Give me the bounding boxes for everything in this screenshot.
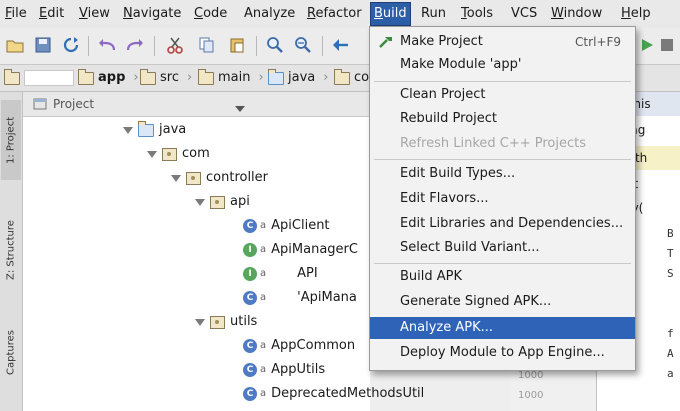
- menu-refactor[interactable]: Refactor: [304, 3, 365, 25]
- tree-row-appcommon[interactable]: Ca AppCommon: [243, 335, 355, 357]
- tab-project[interactable]: 1: Project: [1, 100, 21, 180]
- replace-icon[interactable]: [292, 34, 314, 56]
- breadcrumb-src[interactable]: src ›: [140, 68, 192, 88]
- class-icon: C: [243, 339, 257, 353]
- redo-icon[interactable]: [124, 34, 146, 56]
- menu-item-generate-signed-apk[interactable]: Generate Signed APK...: [370, 291, 635, 313]
- menu-item-deploy-app-engine[interactable]: Deploy Module to App Engine...: [370, 342, 635, 364]
- menu-build[interactable]: Build: [370, 2, 411, 26]
- breadcrumb-main[interactable]: main ›: [198, 68, 264, 88]
- menu-item-clean-project[interactable]: Clean Project: [370, 84, 635, 106]
- build-menu: Make Project Ctrl+F9 Make Module 'app' C…: [369, 26, 636, 371]
- package-icon: [210, 195, 225, 209]
- menu-item-rebuild-project[interactable]: Rebuild Project: [370, 108, 635, 130]
- tree-row-api-interface[interactable]: Ia API: [243, 263, 318, 285]
- project-panel-header: Project: [23, 92, 370, 117]
- menu-window[interactable]: Window: [548, 3, 605, 25]
- tab-structure[interactable]: Z: Structure: [1, 204, 21, 296]
- folder-icon: [334, 68, 350, 85]
- undo-icon[interactable]: [96, 34, 118, 56]
- folder-icon: [4, 68, 20, 85]
- menu-item-edit-libraries[interactable]: Edit Libraries and Dependencies...: [370, 213, 635, 235]
- breadcrumb-app[interactable]: app ›: [78, 68, 139, 88]
- project-tree: java com controller api Ca ApiClient Ia …: [23, 117, 424, 411]
- menu-item-build-apk[interactable]: Build APK: [370, 266, 635, 288]
- tree-row-api[interactable]: api: [195, 191, 250, 213]
- cut-icon[interactable]: [164, 34, 186, 56]
- expand-triangle-icon[interactable]: [195, 198, 205, 206]
- folder-icon: [138, 120, 154, 137]
- code-snippet: B T S f A a: [667, 227, 674, 380]
- menu-vcs[interactable]: VCS: [508, 3, 540, 25]
- menu-item-select-build-variant[interactable]: Select Build Variant...: [370, 237, 635, 259]
- project-view-icon: [33, 98, 47, 110]
- run-icon[interactable]: [636, 34, 658, 56]
- package-icon: [186, 171, 201, 185]
- tree-row-apimana[interactable]: Ca 'ApiMana: [243, 287, 357, 309]
- class-icon: C: [243, 291, 257, 305]
- copy-icon[interactable]: [196, 34, 218, 56]
- breadcrumb-root[interactable]: [4, 68, 74, 88]
- expand-triangle-icon[interactable]: [171, 174, 181, 182]
- folder-icon: [140, 68, 156, 85]
- tree-row-controller[interactable]: controller: [171, 167, 268, 189]
- line-number: 1000: [518, 390, 544, 401]
- stop-icon[interactable]: [656, 34, 678, 56]
- tree-row-apiclient[interactable]: Ca ApiClient: [243, 215, 330, 237]
- menu-item-edit-flavors[interactable]: Edit Flavors...: [370, 188, 635, 210]
- back-arrow-icon[interactable]: [330, 34, 352, 56]
- menu-item-make-module[interactable]: Make Module 'app': [370, 54, 635, 76]
- open-folder-icon[interactable]: [4, 34, 26, 56]
- expand-triangle-icon[interactable]: [195, 318, 205, 326]
- tab-captures[interactable]: Captures: [1, 318, 21, 388]
- project-view-selector[interactable]: Project: [33, 97, 94, 111]
- breadcrumb-co[interactable]: co: [334, 68, 369, 88]
- tree-row-apimanager[interactable]: Ia ApiManagerC: [243, 239, 358, 261]
- class-icon: C: [243, 219, 257, 233]
- menu-navigate[interactable]: Navigate: [120, 3, 184, 25]
- menu-view[interactable]: View: [76, 3, 113, 25]
- class-icon: C: [243, 363, 257, 377]
- interface-icon: I: [243, 243, 257, 257]
- menu-item-refresh-cpp: Refresh Linked C++ Projects: [400, 136, 587, 151]
- menu-run[interactable]: Run: [418, 3, 449, 25]
- menu-tools[interactable]: Tools: [458, 3, 496, 25]
- interface-icon: I: [243, 267, 257, 281]
- menu-item-analyze-apk[interactable]: Analyze APK...: [370, 317, 635, 339]
- expand-triangle-icon[interactable]: [123, 126, 133, 134]
- tree-row-deprecated[interactable]: Ca DeprecatedMethodsUtil: [243, 383, 424, 405]
- save-icon[interactable]: [32, 34, 54, 56]
- sync-icon[interactable]: [60, 34, 82, 56]
- hammer-icon: [379, 37, 392, 48]
- folder-icon: [268, 68, 284, 85]
- menu-edit[interactable]: Edit: [36, 3, 67, 25]
- find-icon[interactable]: [264, 34, 286, 56]
- tree-row-java[interactable]: java: [123, 119, 186, 141]
- folder-icon: [78, 68, 94, 85]
- paste-icon[interactable]: [226, 34, 248, 56]
- tree-row-apputils[interactable]: Ca AppUtils: [243, 359, 325, 381]
- chevron-down-icon[interactable]: [235, 101, 245, 115]
- menu-bar: File Edit View Navigate Code Analyze Ref…: [0, 0, 680, 28]
- breadcrumb-java[interactable]: java ›: [268, 68, 328, 88]
- class-icon: C: [243, 387, 257, 401]
- package-icon: [210, 315, 225, 329]
- menu-item-make-project[interactable]: Make Project Ctrl+F9: [370, 31, 635, 53]
- tree-row-com[interactable]: com: [147, 143, 210, 165]
- tool-window-strip: 1: Project Z: Structure Captures: [0, 92, 23, 411]
- folder-icon: [198, 68, 214, 85]
- line-number: 1000: [518, 370, 544, 381]
- menu-file[interactable]: File: [2, 3, 30, 25]
- menu-code[interactable]: Code: [191, 3, 230, 25]
- menu-item-edit-build-types[interactable]: Edit Build Types...: [370, 163, 635, 185]
- expand-triangle-icon[interactable]: [147, 150, 157, 158]
- tree-row-utils[interactable]: utils: [195, 311, 257, 333]
- menu-analyze[interactable]: Analyze: [241, 3, 298, 25]
- menu-help[interactable]: Help: [618, 3, 654, 25]
- package-icon: [162, 147, 177, 161]
